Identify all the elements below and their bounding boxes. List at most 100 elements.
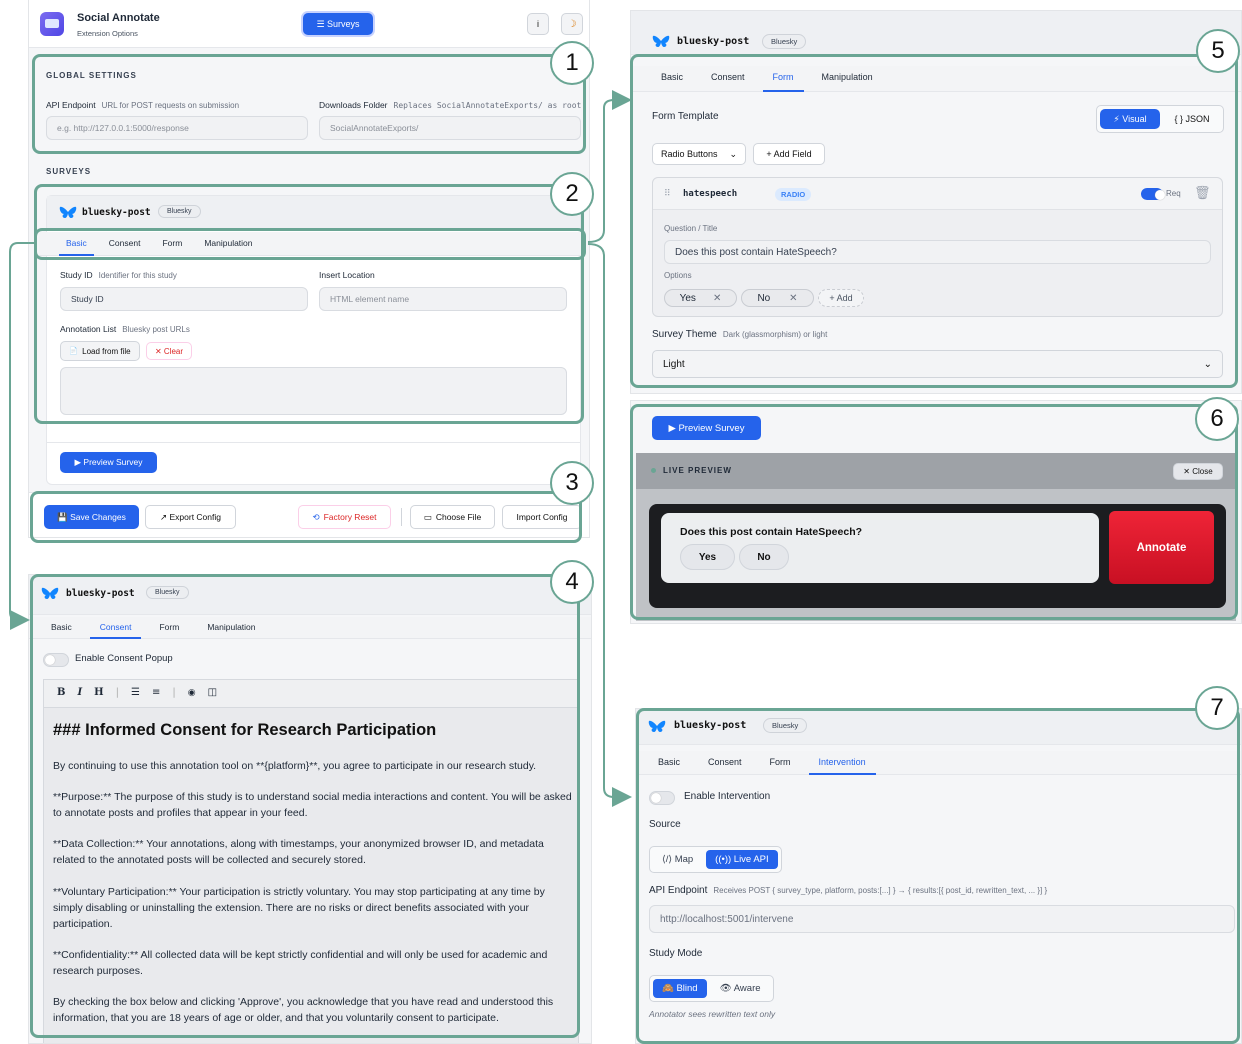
live-preview-title: LIVE PREVIEW — [663, 466, 732, 475]
study-id-input[interactable]: Study ID — [60, 287, 308, 311]
chevron-down-icon: ⌄ — [729, 148, 737, 159]
app-subtitle: Extension Options — [77, 29, 138, 38]
callout-number-6: 6 — [1195, 397, 1239, 441]
form-tabs: Basic Consent Form Manipulation — [631, 66, 1241, 92]
options-label: Options — [664, 271, 692, 280]
close-preview-button[interactable]: ✕ Close — [1173, 463, 1223, 480]
required-toggle[interactable] — [1141, 188, 1165, 200]
option-chip[interactable]: Yes ✕ — [664, 289, 737, 307]
intervention-window: bluesky-post Bluesky Basic Consent Form … — [635, 708, 1242, 1044]
survey-name: bluesky-post — [66, 588, 135, 599]
figure-stage: Social Annotate Extension Options ☰ Surv… — [0, 0, 1242, 1044]
load-from-file-button[interactable]: 📄 Load from file — [60, 341, 140, 361]
downloads-folder-input[interactable]: SocialAnnotateExports/ — [319, 116, 581, 140]
remove-icon[interactable]: ✕ — [713, 293, 721, 304]
factory-reset-button[interactable]: ⟲ Factory Reset — [298, 505, 391, 529]
consent-window: bluesky-post Bluesky Basic Consent Form … — [28, 574, 592, 1044]
add-field-button[interactable]: + Add Field — [753, 143, 825, 165]
consent-paragraph: By continuing to use this annotation too… — [53, 760, 537, 772]
tab-consent[interactable]: Consent — [694, 751, 756, 774]
numbered-list-icon[interactable]: ≡ — [152, 687, 160, 698]
tab-form[interactable]: Form — [151, 232, 193, 255]
json-mode-button[interactable]: { } JSON — [1164, 109, 1220, 129]
survey-theme-select[interactable]: Light ⌄ — [652, 350, 1223, 378]
annotation-list-textarea[interactable] — [60, 367, 567, 415]
survey-name: bluesky-post — [82, 207, 151, 218]
option-chip[interactable]: No ✕ — [741, 289, 814, 307]
tab-manipulation[interactable]: Manipulation — [193, 617, 269, 638]
intervention-toggle[interactable] — [649, 791, 675, 805]
tab-consent[interactable]: Consent — [86, 617, 146, 639]
surveys-button[interactable]: ☰ Surveys — [303, 13, 373, 35]
aware-mode-button[interactable]: 👁 Aware — [711, 979, 770, 998]
survey-theme-label: Survey Theme Dark (glassmorphism) or ligh… — [652, 329, 828, 340]
tab-form[interactable]: Form — [756, 751, 805, 774]
tab-consent[interactable]: Consent — [98, 232, 152, 255]
consent-paragraph: **Voluntary Participation:** Your partic… — [53, 886, 545, 930]
bold-icon[interactable]: B — [57, 687, 65, 698]
add-option-button[interactable]: + Add — [818, 289, 864, 307]
export-config-button[interactable]: ↗ Export Config — [145, 505, 236, 529]
editor-toolbar: B I H | ☰ ≡ | ◉ ◫ — [57, 687, 218, 698]
field-type-badge: RADIO — [775, 188, 812, 201]
callout-number-3: 3 — [550, 461, 594, 505]
tab-basic[interactable]: Basic — [37, 617, 86, 638]
preview-window: ▶ Preview Survey LIVE PREVIEW ✕ Close Do… — [630, 400, 1242, 624]
preview-eye-icon[interactable]: ◉ — [188, 688, 196, 698]
consent-tabs: Basic Consent Form Manipulation — [29, 617, 591, 639]
tab-form[interactable]: Form — [759, 66, 808, 92]
import-config-button[interactable]: Import Config — [502, 505, 582, 529]
field-type-select[interactable]: Radio Buttons ⌄ — [652, 143, 746, 165]
clear-button[interactable]: ✕ Clear — [146, 342, 192, 360]
tab-basic[interactable]: Basic — [55, 232, 98, 256]
bullet-list-icon[interactable]: ☰ — [131, 687, 140, 698]
live-dot-icon — [651, 468, 656, 473]
bluesky-butterfly-icon — [59, 206, 77, 218]
live-api-source-button[interactable]: ((•)) Live API — [706, 850, 778, 869]
split-view-icon[interactable]: ◫ — [208, 687, 217, 698]
tab-basic[interactable]: Basic — [644, 751, 694, 774]
drag-handle-icon[interactable]: ⠿ — [664, 188, 671, 199]
blind-mode-button[interactable]: 🙈 Blind — [653, 979, 707, 998]
source-label: Source — [649, 819, 681, 830]
required-label: Req — [1166, 189, 1181, 198]
map-source-button[interactable]: ⟨/⟩ Map — [653, 850, 702, 869]
trash-icon[interactable]: 🗑 — [1194, 185, 1211, 201]
intervention-api-input[interactable]: http://localhost:5001/intervene — [649, 905, 1235, 933]
info-button[interactable]: i — [527, 13, 549, 35]
downloads-folder-label: Downloads Folder Replaces SocialAnnotateE… — [319, 100, 582, 110]
remove-icon[interactable]: ✕ — [789, 293, 797, 304]
consent-popup-label: Enable Consent Popup — [75, 653, 173, 664]
source-toggle: ⟨/⟩ Map ((•)) Live API — [649, 846, 782, 873]
question-input[interactable]: Does this post contain HateSpeech? — [664, 240, 1211, 264]
annotate-button[interactable]: Annotate — [1109, 511, 1214, 584]
preview-survey-button[interactable]: ▶ Preview Survey — [60, 452, 157, 473]
tab-consent[interactable]: Consent — [697, 66, 759, 91]
form-window: bluesky-post Bluesky Basic Consent Form … — [630, 10, 1242, 394]
tab-basic[interactable]: Basic — [647, 66, 697, 91]
insert-location-input[interactable]: HTML element name — [319, 287, 567, 311]
yes-answer-button[interactable]: Yes — [680, 544, 735, 570]
preview-survey-button[interactable]: ▶ Preview Survey — [652, 416, 761, 440]
study-id-label: Study ID Identifier for this study — [60, 270, 177, 280]
surveys-title: SURVEYS — [46, 167, 92, 176]
callout-number-7: 7 — [1195, 686, 1239, 730]
app-logo-icon — [40, 12, 64, 36]
study-mode-toggle: 🙈 Blind 👁 Aware — [649, 975, 774, 1002]
choose-file-button[interactable]: ▭ Choose File — [410, 505, 495, 529]
platform-badge: Bluesky — [146, 586, 189, 599]
tab-intervention[interactable]: Intervention — [805, 751, 880, 775]
question-label: Question / Title — [664, 224, 718, 233]
api-endpoint-input[interactable]: e.g. http://127.0.0.1:5000/response — [46, 116, 308, 140]
theme-toggle-button[interactable]: ☽ — [561, 13, 583, 35]
consent-popup-toggle[interactable] — [43, 653, 69, 667]
save-changes-button[interactable]: 💾 Save Changes — [44, 505, 139, 529]
no-answer-button[interactable]: No — [739, 544, 789, 570]
visual-mode-button[interactable]: ⚡ Visual — [1100, 109, 1160, 129]
tab-manipulation[interactable]: Manipulation — [193, 232, 263, 255]
heading-icon[interactable]: H — [94, 687, 103, 698]
tab-manipulation[interactable]: Manipulation — [808, 66, 887, 91]
tab-form[interactable]: Form — [145, 617, 193, 638]
italic-icon[interactable]: I — [77, 687, 82, 698]
bluesky-butterfly-icon — [652, 35, 670, 47]
